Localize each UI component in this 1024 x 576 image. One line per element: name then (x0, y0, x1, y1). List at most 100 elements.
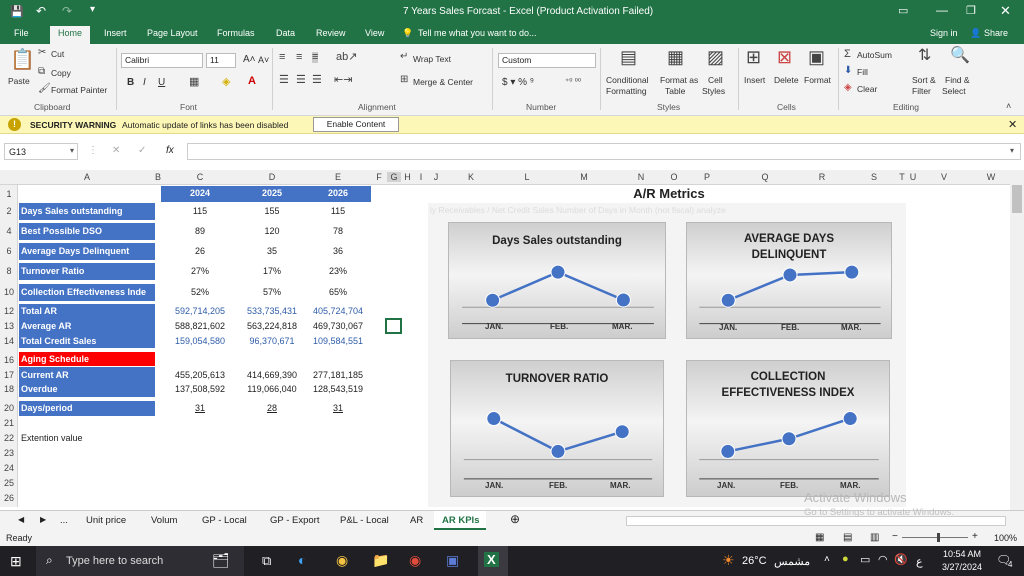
row-header[interactable]: 12 (0, 306, 18, 316)
col-header[interactable]: E (305, 172, 371, 182)
page-break-view-icon[interactable]: ▥ (870, 532, 879, 543)
conditional-formatting-icon[interactable]: ▤ (620, 48, 637, 66)
merge-center-button[interactable]: Merge & Center (413, 77, 473, 87)
font-color-icon[interactable]: A (248, 76, 256, 87)
close-icon[interactable]: ✕ (1000, 3, 1011, 19)
col-header[interactable]: A (19, 172, 155, 182)
word-icon[interactable]: ▣ (446, 552, 459, 569)
col-header[interactable]: Q (736, 172, 794, 182)
col-header[interactable]: P (678, 172, 736, 182)
align-right-icon[interactable]: ☰ (312, 75, 322, 86)
network-icon[interactable]: ▭ (860, 553, 870, 566)
clock-time[interactable]: 10:54 AM (942, 549, 982, 559)
col-header[interactable]: K (444, 172, 498, 182)
insert-function-button[interactable]: fx (166, 145, 174, 156)
format-painter-icon[interactable]: 🖌 (38, 84, 51, 94)
shrink-font-icon[interactable]: A˅ (258, 55, 269, 65)
cut-icon[interactable]: ✂ (38, 48, 46, 58)
row-header[interactable]: 1 (0, 189, 18, 199)
row-header[interactable]: 22 (0, 433, 18, 443)
currency-icon[interactable]: $ ▾ % ⁹ (502, 77, 534, 88)
col-header[interactable]: V (920, 172, 968, 182)
taskbar-search-input[interactable]: Type here to search (66, 555, 163, 567)
col-header[interactable]: O (670, 172, 678, 182)
cell-styles-button[interactable]: Cell (708, 75, 723, 85)
name-box[interactable]: G13 (4, 143, 78, 160)
restore-icon[interactable]: ❐ (966, 4, 976, 17)
chart-days-sales-outstanding[interactable]: Days Sales outstanding JAN. FEB. MAR. (448, 222, 666, 339)
sheet-tab-active[interactable]: AR KPIs (442, 515, 479, 526)
clear-icon[interactable]: ◈ (844, 83, 852, 93)
align-middle-icon[interactable]: ≡ (296, 52, 302, 63)
find-select-button[interactable]: Find & (945, 75, 970, 85)
col-header[interactable]: S (850, 172, 898, 182)
weather-temp[interactable]: 26°C (742, 555, 767, 567)
undo-icon[interactable]: ↶ (36, 4, 46, 18)
edge-icon[interactable]: ◐ (298, 552, 306, 568)
redo-icon[interactable]: ↷ (62, 4, 72, 18)
number-format-select[interactable]: Custom (498, 53, 596, 68)
col-header[interactable]: U (906, 172, 920, 182)
row-header[interactable]: 4 (0, 226, 18, 236)
tab-home[interactable]: Home (50, 26, 91, 44)
prev-sheet-icon[interactable]: ◀ (18, 515, 24, 524)
row-header[interactable]: 24 (0, 463, 18, 473)
excel-icon[interactable]: X (484, 552, 499, 567)
align-top-icon[interactable]: ≡ (279, 52, 285, 63)
format-painter-button[interactable]: Format Painter (51, 85, 107, 95)
row-header[interactable]: 18 (0, 384, 18, 394)
borders-icon[interactable]: ▦ (189, 77, 199, 88)
windows-start-icon[interactable]: ⊞ (10, 553, 22, 570)
name-box-dropdown-icon[interactable]: ▾ (70, 146, 74, 155)
task-view-icon[interactable]: ⧉ (262, 553, 271, 569)
share-button[interactable]: Share (984, 28, 1008, 38)
row-header[interactable]: 2 (0, 206, 18, 216)
row-header[interactable]: 25 (0, 478, 18, 488)
clear-button[interactable]: Clear (857, 84, 877, 94)
minimize-icon[interactable]: — (936, 3, 948, 17)
font-name-select[interactable]: Calibri (121, 53, 203, 68)
autosum-icon[interactable]: Σ (844, 49, 851, 60)
row-header[interactable]: 8 (0, 266, 18, 276)
tab-view[interactable]: View (365, 28, 384, 38)
wrap-text-button[interactable]: Wrap Text (413, 54, 451, 64)
cut-button[interactable]: Cut (51, 49, 64, 59)
collapse-ribbon-icon[interactable]: ˄ (1006, 102, 1011, 111)
sheet-tab[interactable]: Volum (151, 515, 177, 526)
customize-qat-icon[interactable]: ▾ (90, 4, 95, 15)
chrome-profile-icon[interactable]: ◉ (409, 552, 421, 569)
col-header[interactable]: J (428, 172, 444, 182)
add-sheet-icon[interactable]: ⊕ (510, 512, 520, 526)
row-header[interactable]: 6 (0, 246, 18, 256)
widget-icon[interactable]: 🗂 (212, 552, 230, 569)
tab-formulas[interactable]: Formulas (217, 28, 255, 38)
sheet-tab[interactable]: AR (410, 515, 423, 526)
row-header[interactable]: 13 (0, 321, 18, 331)
chart-turnover-ratio[interactable]: TURNOVER RATIO JAN. FEB. MAR. (450, 360, 664, 497)
row-header[interactable]: 14 (0, 336, 18, 346)
tab-review[interactable]: Review (316, 28, 346, 38)
file-explorer-icon[interactable]: 📁 (372, 552, 389, 569)
paste-icon[interactable]: 📋 (10, 50, 35, 70)
col-header[interactable]: L (498, 172, 556, 182)
sheet-tab[interactable]: Unit price (86, 515, 126, 526)
find-select-icon[interactable]: 🔍 (950, 48, 970, 64)
zoom-in-icon[interactable]: + (972, 531, 978, 542)
next-sheet-icon[interactable]: ▶ (40, 515, 46, 524)
orientation-icon[interactable]: ab↗ (336, 52, 357, 63)
col-header[interactable]: H (401, 172, 414, 182)
format-as-table-icon[interactable]: ▦ (667, 48, 684, 66)
warning-close-icon[interactable]: ✕ (1008, 118, 1017, 131)
col-header[interactable]: N (612, 172, 670, 182)
row-header[interactable]: 26 (0, 493, 18, 503)
tab-insert[interactable]: Insert (104, 28, 127, 38)
delete-cells-icon[interactable]: ⊠ (777, 48, 792, 66)
normal-view-icon[interactable]: ▦ (815, 532, 824, 543)
col-header[interactable]: I (414, 172, 428, 182)
row-header[interactable]: 10 (0, 287, 18, 297)
col-header[interactable]: R (794, 172, 850, 182)
selected-cell-g13[interactable] (385, 318, 402, 334)
insert-cells-button[interactable]: Insert (744, 75, 765, 85)
row-header[interactable]: 21 (0, 418, 18, 428)
autosum-button[interactable]: AutoSum (857, 50, 892, 60)
